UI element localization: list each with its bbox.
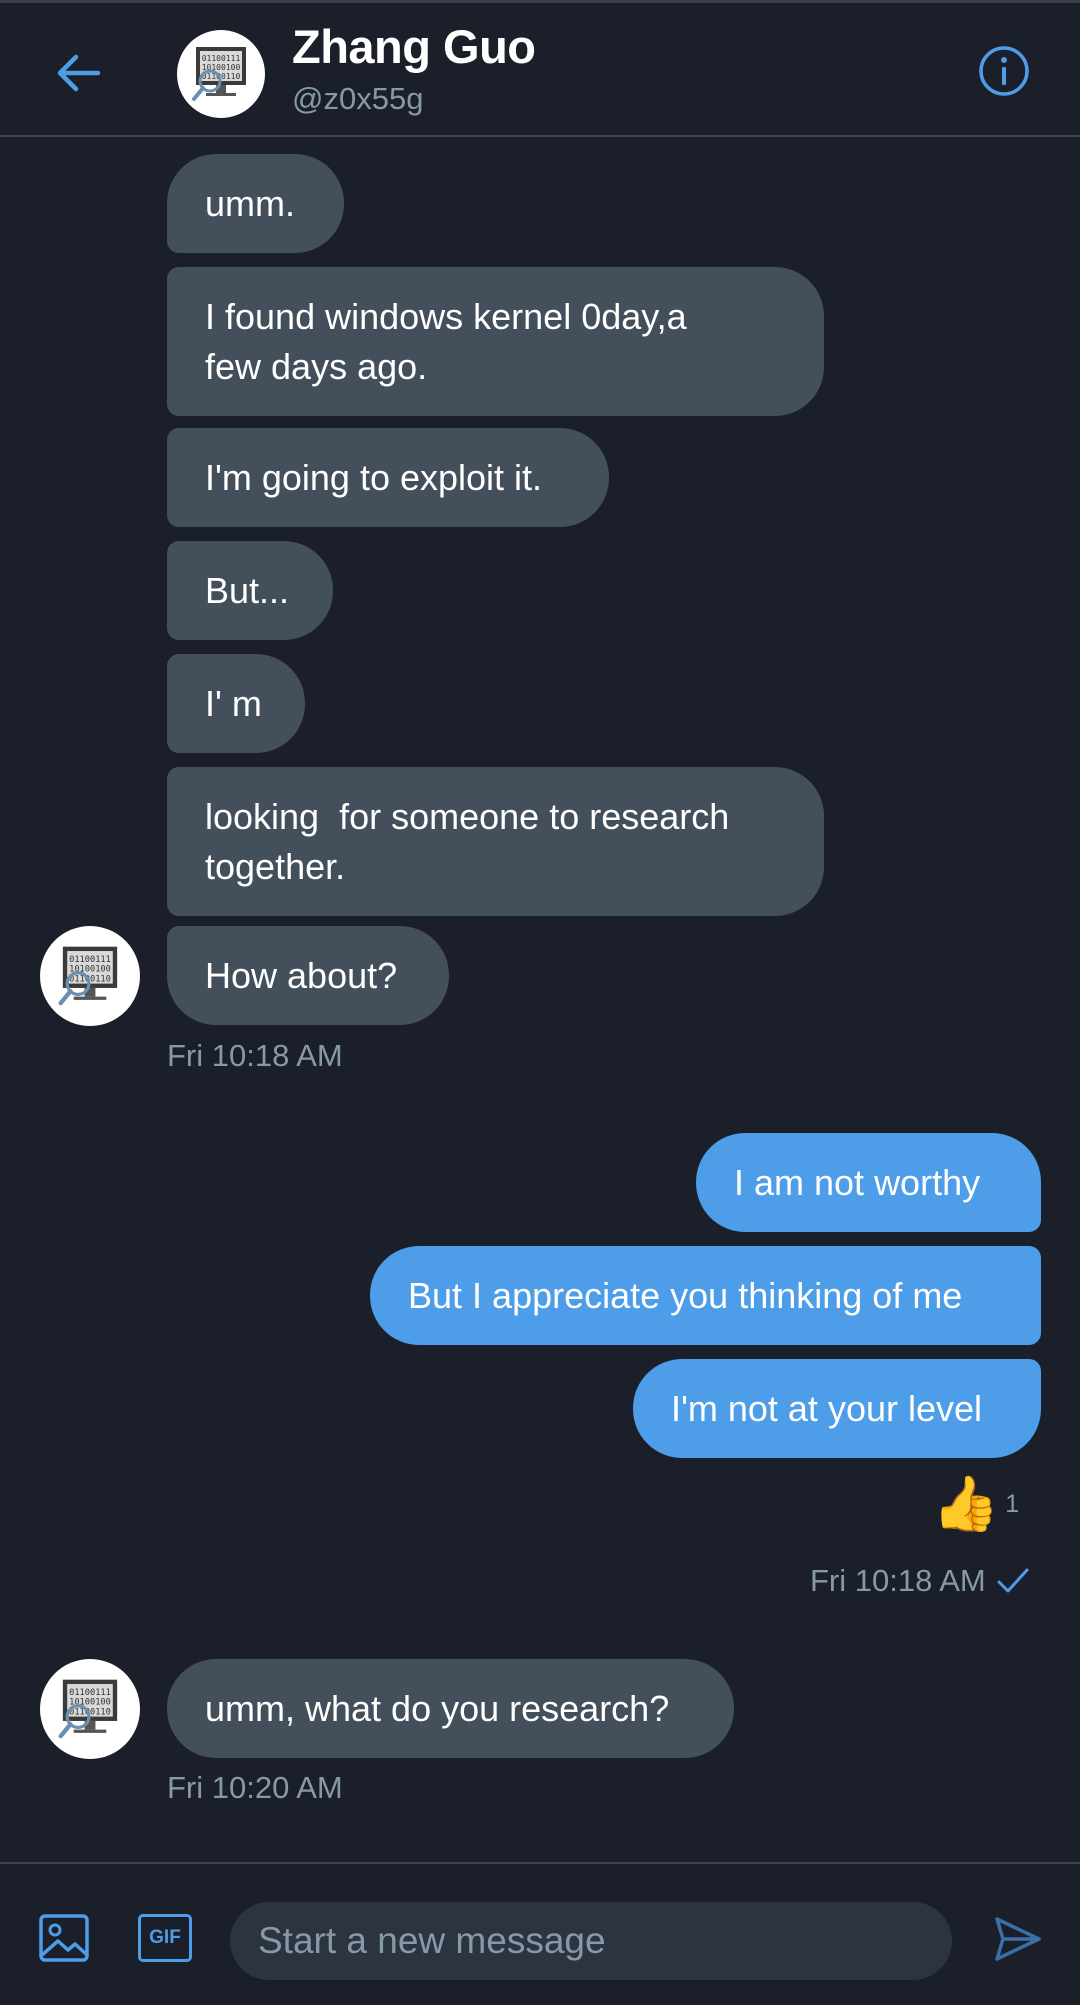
sender-avatar[interactable]: 01100111 10100100 01100110	[40, 1659, 140, 1759]
svg-text:01100111: 01100111	[202, 54, 241, 63]
message-text: looking for someone to research together…	[205, 795, 740, 887]
send-icon	[995, 1917, 1041, 1961]
avatar-image: 01100111 10100100 01100110	[58, 1679, 118, 1739]
avatar-image: 01100111 10100100 01100110	[192, 47, 246, 101]
message-timestamp: Fri 10:18 AM	[167, 1038, 343, 1073]
message-text: But...	[205, 569, 290, 611]
message-text: But I appreciate you thinking of me	[408, 1274, 963, 1316]
send-button[interactable]	[990, 1912, 1046, 1966]
message-text: How about?	[205, 954, 398, 996]
message-text: I am not worthy	[734, 1161, 981, 1203]
info-button[interactable]	[974, 41, 1034, 101]
message-reaction[interactable]: 👍 1	[932, 1472, 1019, 1536]
message-text: umm.	[205, 182, 295, 224]
message-timestamp: Fri 10:20 AM	[167, 1770, 343, 1805]
received-message[interactable]: umm, what do you research?	[167, 1659, 734, 1758]
message-text: I'm not at your level	[671, 1387, 983, 1429]
message-composer: GIF	[0, 1862, 1080, 2005]
message-text: I found windows kernel 0day,a few days a…	[205, 295, 687, 387]
avatar-image: 01100111 10100100 01100110	[58, 946, 118, 1006]
message-input[interactable]	[230, 1902, 952, 1980]
conversation-header: 01100111 10100100 01100110 Zhang Guo @z0…	[0, 3, 1080, 137]
contact-avatar[interactable]: 01100111 10100100 01100110	[177, 30, 265, 118]
sent-message[interactable]: But I appreciate you thinking of me	[370, 1246, 1041, 1345]
received-message[interactable]: looking for someone to research together…	[167, 767, 824, 916]
sent-message[interactable]: I'm not at your level	[633, 1359, 1041, 1458]
svg-text:01100111: 01100111	[69, 1688, 111, 1698]
timestamp-text: Fri 10:18 AM	[810, 1563, 986, 1598]
received-message[interactable]: I'm going to exploit it.	[167, 428, 609, 527]
received-message[interactable]: But...	[167, 541, 333, 640]
back-button[interactable]	[46, 41, 110, 105]
checkmark-icon	[997, 1568, 1029, 1593]
svg-text:01100111: 01100111	[69, 955, 111, 965]
thumbs-up-icon: 👍	[932, 1474, 1000, 1534]
reaction-count: 1	[1005, 1489, 1020, 1518]
message-text: I'm going to exploit it.	[205, 456, 543, 498]
sent-message[interactable]: I am not worthy	[696, 1133, 1041, 1232]
info-circle-icon	[979, 46, 1029, 96]
image-icon	[39, 1914, 89, 1962]
gif-label: GIF	[149, 1927, 181, 1948]
message-text: umm, what do you research?	[205, 1687, 670, 1729]
received-message[interactable]: I found windows kernel 0day,a few days a…	[167, 267, 824, 416]
message-timestamp: Fri 10:18 AM	[810, 1563, 1030, 1599]
received-message[interactable]: How about?	[167, 926, 449, 1025]
received-message[interactable]: umm.	[167, 154, 344, 253]
message-text: I' m	[205, 682, 262, 724]
sender-avatar[interactable]: 01100111 10100100 01100110	[40, 926, 140, 1026]
gif-button[interactable]: GIF	[138, 1914, 192, 1962]
contact-handle: @z0x55g	[292, 81, 424, 116]
received-message[interactable]: I' m	[167, 654, 305, 753]
arrow-left-icon	[57, 54, 101, 92]
image-button[interactable]	[36, 1912, 92, 1964]
contact-name: Zhang Guo	[292, 20, 536, 73]
